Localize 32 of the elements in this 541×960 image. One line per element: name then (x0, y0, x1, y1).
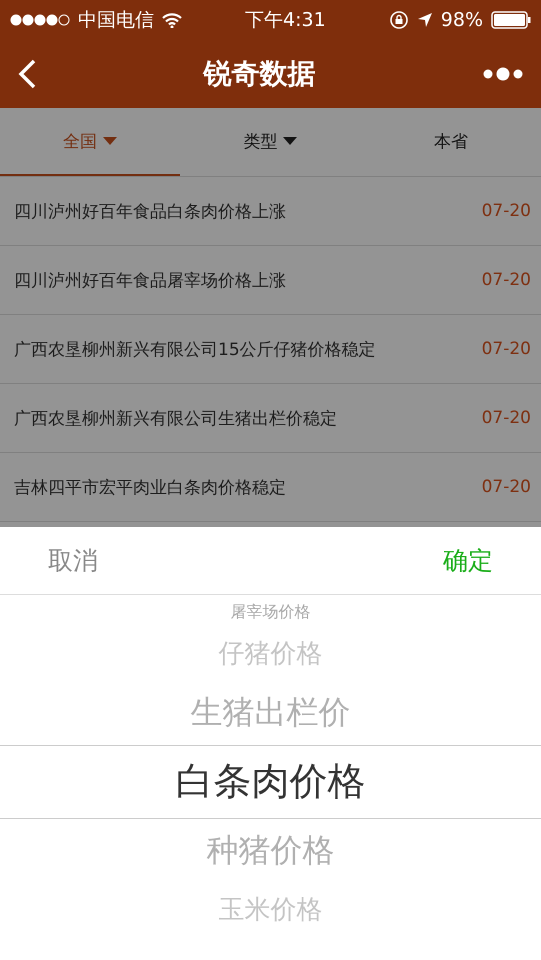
carrier-name: 中国电信 (78, 8, 154, 33)
cancel-button[interactable]: 取消 (48, 544, 98, 577)
rotation-lock-icon (388, 10, 409, 30)
picker-option[interactable]: 白条肉价格 (176, 756, 366, 807)
confirm-button[interactable]: 确定 (443, 544, 493, 577)
news-title: 四川泸州好百年食品屠宰场价格上涨 (14, 270, 286, 292)
news-item[interactable]: 四川泸州好百年食品屠宰场价格上涨 07-20 (0, 246, 541, 315)
news-date: 07-20 (482, 477, 531, 497)
location-arrow-icon (416, 12, 433, 28)
status-time: 下午4:31 (245, 8, 326, 33)
news-item[interactable]: 广西农垦柳州新兴有限公司生猪出栏价稳定 07-20 (0, 384, 541, 453)
news-date: 07-20 (482, 408, 531, 428)
news-title: 四川泸州好百年食品白条肉价格上涨 (14, 200, 286, 222)
filter-tab[interactable]: 类型 (180, 108, 361, 176)
filter-tab[interactable]: 本省 (360, 108, 541, 176)
news-item[interactable]: 广西农垦柳州新兴有限公司15公斤仔猪价格稳定 07-20 (0, 315, 541, 384)
news-title: 吉林四平市宏平肉业白条肉价格稳定 (14, 476, 286, 498)
battery-icon (491, 11, 531, 29)
signal-icon (10, 14, 70, 26)
page-title: 锐奇数据 (204, 56, 316, 92)
news-title: 广西农垦柳州新兴有限公司15公斤仔猪价格稳定 (14, 338, 376, 360)
news-item[interactable]: 吉林四平市宏平肉业白条肉价格稳定 07-20 (0, 453, 541, 522)
battery-percent: 98% (440, 9, 483, 31)
filter-tab[interactable]: 全国 (0, 108, 180, 176)
news-date: 07-20 (482, 201, 531, 221)
news-date: 07-20 (482, 270, 531, 290)
back-icon[interactable] (18, 59, 36, 89)
news-item[interactable]: 四川泸州好百年食品白条肉价格上涨 07-20 (0, 177, 541, 246)
news-date: 07-20 (482, 339, 531, 359)
news-title: 广西农垦柳州新兴有限公司生猪出栏价稳定 (14, 408, 337, 430)
wifi-icon (162, 12, 182, 28)
more-icon[interactable] (483, 66, 523, 82)
